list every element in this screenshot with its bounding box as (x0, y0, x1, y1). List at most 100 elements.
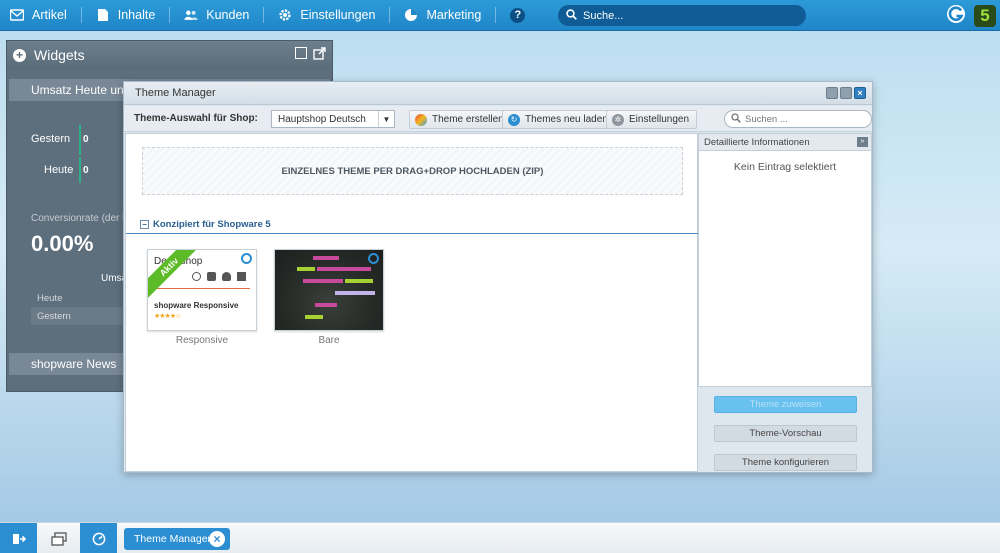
taskbar-item-theme-manager[interactable]: Theme Manager × (124, 528, 230, 550)
nav-item-label: Marketing (426, 8, 482, 22)
conversion-label: Conversionrate (der le (31, 213, 130, 224)
chevron-down-icon: ▼ (378, 111, 394, 127)
nav-separator (389, 7, 391, 23)
nav-separator (495, 7, 497, 23)
nav-item-label: Einstellungen (300, 8, 376, 22)
reload-icon: ↻ (508, 113, 520, 126)
nav-item-einstellungen[interactable]: Einstellungen (278, 0, 375, 31)
search-icon (731, 112, 741, 126)
dashboard-gauge-icon (92, 532, 105, 545)
gear-icon: ✲ (612, 113, 624, 126)
open-external-icon[interactable] (313, 47, 326, 63)
theme-manager-toolbar: Theme-Auswahl für Shop: Hauptshop Deutsc… (124, 106, 872, 132)
theme-name-bare: Bare (318, 335, 340, 346)
preview-theme-button[interactable]: Theme-Vorschau (714, 425, 857, 442)
nav-item-label: Kunden (206, 8, 250, 22)
window-titlebar[interactable]: Theme Manager (124, 82, 872, 105)
taskbar: Theme Manager × (0, 522, 1000, 553)
theme-card-bare[interactable]: Bare (274, 249, 384, 346)
widgets-title: Widgets (34, 47, 85, 63)
add-widget-icon[interactable]: + (13, 48, 26, 62)
reload-themes-button[interactable]: ↻ Themes neu laden (502, 110, 616, 129)
create-theme-button[interactable]: Theme erstellen (409, 110, 512, 129)
theme-thumbnail (274, 249, 384, 331)
theme-group-header[interactable]: − Konzipiert für Shopware 5 (126, 216, 699, 234)
expand-arrow-icon[interactable]: » (857, 137, 868, 147)
code-preview-graphic (297, 256, 375, 319)
create-theme-label: Theme erstellen (432, 114, 504, 125)
reload-themes-label: Themes neu laden (525, 114, 608, 125)
assign-theme-button[interactable]: Theme zuweisen (714, 396, 857, 413)
shop-select-label: Theme-Auswahl für Shop: (134, 113, 258, 124)
nav-separator (169, 7, 171, 23)
nav-item-label: Artikel (32, 8, 67, 22)
nav-item-marketing[interactable]: Marketing (404, 0, 481, 31)
gestern-value: 0 (83, 134, 89, 145)
details-header-label: Detaillierte Informationen (704, 136, 810, 148)
windows-icon (50, 531, 67, 546)
close-task-icon[interactable]: × (209, 531, 225, 547)
logout-icon (12, 533, 26, 544)
top-navigation-bar: Artikel Inhalte Kunden Einstellungen Mar… (0, 0, 1000, 31)
logout-button[interactable] (0, 523, 37, 553)
windows-overview-button[interactable] (40, 523, 77, 553)
window-title: Theme Manager (135, 87, 216, 99)
brand-logos: 5 (946, 4, 996, 27)
theme-list-panel: EINZELNES THEME PER DRAG+DROP HOCHLADEN … (125, 133, 699, 472)
theme-search-input[interactable] (745, 113, 865, 125)
settings-gear-icon (278, 8, 292, 22)
theme-manager-window: Theme Manager × Theme-Auswahl für Shop: … (123, 81, 873, 473)
heute-value: 0 (83, 165, 89, 176)
heute-label: Heute (44, 164, 74, 176)
window-controls: × (826, 87, 866, 99)
shop-select[interactable]: Hauptshop Deutsch ▼ (271, 110, 395, 128)
nav-item-artikel[interactable]: Artikel (10, 0, 67, 31)
taskbar-item-label: Theme Manager (134, 533, 212, 545)
thumb-rating-stars: ★★★★☆ (154, 313, 181, 320)
global-search-input[interactable] (583, 9, 783, 22)
gestern-bar (79, 125, 81, 155)
search-icon (566, 8, 577, 23)
collapse-icon[interactable]: − (140, 220, 149, 229)
palette-icon (415, 113, 427, 126)
thumb-title: shopware Responsive (154, 301, 239, 310)
thumb-divider (154, 288, 250, 289)
theme-settings-button[interactable]: ✲ Einstellungen (606, 110, 698, 129)
global-search-box[interactable] (558, 5, 806, 26)
row-heute: Heute (37, 292, 63, 304)
theme-group-title: Konzipiert für Shopware 5 (153, 219, 271, 230)
customers-icon (184, 8, 198, 22)
theme-search-box[interactable] (724, 110, 872, 128)
widgets-tools (295, 47, 326, 63)
nav-separator (263, 7, 265, 23)
dashboard-button[interactable] (80, 523, 117, 553)
shopware-5-logo: 5 (974, 4, 996, 27)
help-icon[interactable]: ? (510, 7, 526, 23)
conversion-value: 0.00% (31, 231, 94, 256)
configure-theme-button[interactable]: Theme konfigurieren (714, 454, 857, 471)
theme-thumbnail: Demoshop shopware Responsive ★★★★☆ Aktiv (147, 249, 257, 331)
minimize-icon[interactable] (826, 87, 838, 99)
theme-card-responsive[interactable]: Demoshop shopware Responsive ★★★★☆ Aktiv… (147, 249, 257, 346)
theme-upload-dropzone[interactable]: EINZELNES THEME PER DRAG+DROP HOCHLADEN … (142, 147, 683, 195)
article-icon (10, 8, 24, 22)
theme-name-responsive: Responsive (175, 335, 229, 346)
nav-item-inhalte[interactable]: Inhalte (96, 0, 156, 31)
thumb-icon-row (192, 272, 246, 281)
nav-item-kunden[interactable]: Kunden (184, 0, 249, 31)
content-icon (96, 8, 110, 22)
theme-settings-label: Einstellungen (629, 114, 690, 125)
marketing-pie-icon (404, 8, 418, 22)
details-header: Detaillierte Informationen » (699, 134, 871, 151)
details-panel: Detaillierte Informationen » Kein Eintra… (698, 133, 872, 387)
heute-bar (79, 157, 81, 183)
close-icon[interactable]: × (854, 87, 866, 99)
nav-item-label: Inhalte (117, 8, 156, 22)
details-action-buttons: Theme zuweisen Theme-Vorschau Theme konf… (714, 396, 857, 483)
shop-select-value: Hauptshop Deutsch (278, 113, 366, 125)
shopware-logo-icon (946, 4, 966, 27)
widgets-header: + Widgets (7, 41, 332, 69)
maximize-icon[interactable] (840, 87, 852, 99)
minimize-widgets-icon[interactable] (295, 47, 307, 59)
nav-separator (80, 7, 82, 23)
